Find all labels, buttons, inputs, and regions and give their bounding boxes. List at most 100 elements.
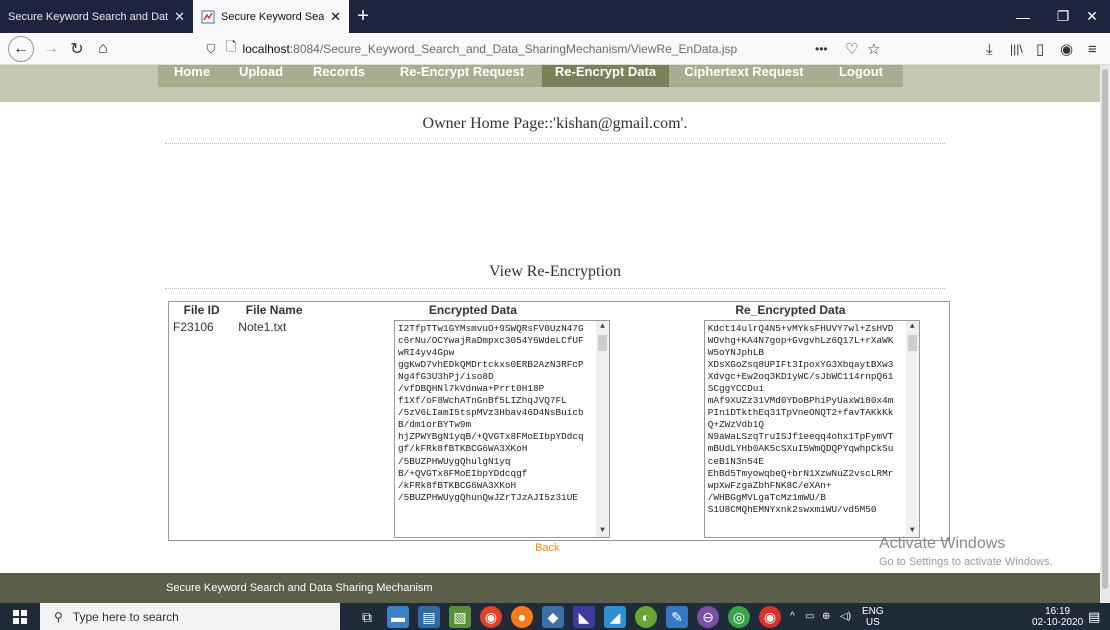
table-header-row: File ID File Name Encrypted Data Re_Encr…	[169, 302, 950, 318]
textarea-scrollbar[interactable]: ▲ ▼	[596, 320, 609, 537]
bookmark-star-icon[interactable]: ☆	[867, 36, 880, 62]
col-file-name: File Name	[245, 302, 303, 317]
cell-file-name: Note1.txt	[238, 319, 287, 334]
col-file-id: File ID	[183, 302, 220, 317]
tab-secure-keyword-search[interactable]: Secure Keyword Search ✕	[193, 0, 349, 33]
tab-title: Secure Keyword Search	[221, 10, 325, 23]
page-scrollbar[interactable]	[1100, 65, 1110, 603]
library-icon[interactable]: |||\	[1010, 36, 1023, 62]
photos-icon[interactable]: ▧	[449, 606, 471, 628]
url-host: localhost	[242, 42, 290, 56]
textarea-scrollbar[interactable]: ▲ ▼	[905, 320, 919, 537]
menu-logout[interactable]: Logout	[819, 65, 903, 87]
tray-chevron-icon[interactable]: ^	[790, 603, 795, 630]
battery-icon[interactable]: ▭	[805, 603, 814, 630]
task-view-icon[interactable]: ⧉	[356, 606, 378, 628]
language-indicator[interactable]: ENG US	[862, 603, 884, 630]
home-icon[interactable]: ⌂	[90, 36, 116, 62]
app-icon[interactable]: ◎	[728, 606, 750, 628]
shield-icon[interactable]: ⛉	[198, 36, 224, 62]
taskbar-search-input[interactable]: ⚲ Type here to search	[40, 603, 340, 630]
lang-top: ENG	[862, 605, 884, 617]
file-explorer-icon[interactable]: ▬	[387, 606, 409, 628]
back-arrow-icon[interactable]: ←	[8, 36, 34, 62]
window-close-icon[interactable]: ✕	[1072, 0, 1110, 33]
app-icon[interactable]: ◣	[573, 606, 595, 628]
encrypted-data-textarea[interactable]: I2TfpTTw1GYMsmvuO+9SWQRsFV0UzN47Gc6rNu/O…	[394, 319, 610, 538]
url-path: :8084/Secure_Keyword_Search_and_Data_Sha…	[289, 42, 738, 56]
col-encrypted-data: Encrypted Data	[428, 302, 517, 317]
hamburger-menu-icon[interactable]: ≡	[1088, 36, 1097, 62]
close-icon[interactable]: ✕	[330, 9, 341, 25]
new-tab-button[interactable]: +	[349, 0, 377, 33]
lang-bottom: US	[865, 616, 880, 628]
menu-upload[interactable]: Upload	[226, 65, 296, 87]
page-icon: 🗋	[226, 39, 237, 54]
scroll-thumb[interactable]	[598, 334, 607, 351]
minimize-icon[interactable]: —	[1003, 0, 1043, 33]
encrypted-data-text: I2TfpTTw1GYMsmvuO+9SWQRsFV0UzN47Gc6rNu/O…	[398, 322, 584, 503]
main-menu: Home Upload Records Re-Encrypt Request R…	[158, 65, 903, 87]
forward-arrow-icon[interactable]: →	[38, 36, 64, 62]
page-viewport: Home Upload Records Re-Encrypt Request R…	[0, 65, 1100, 603]
clock-time: 16:19	[1045, 605, 1071, 617]
search-placeholder: Type here to search	[72, 609, 179, 624]
top-menu-bar: Home Upload Records Re-Encrypt Request R…	[0, 65, 1100, 102]
re-encryption-table: File ID File Name Encrypted Data Re_Encr…	[168, 301, 950, 541]
scroll-down-icon[interactable]: ▼	[596, 525, 609, 537]
app-icon[interactable]: ◢	[604, 606, 626, 628]
pocket-icon[interactable]: ♡	[845, 36, 858, 62]
reload-icon[interactable]: ↻	[64, 36, 90, 62]
browser-toolbar: ← → ↻ ⌂ ⛉ 🗋 localhost:8084/Secure_Keywor…	[0, 33, 1110, 65]
page-actions-menu[interactable]: •••	[815, 36, 828, 62]
app-icon[interactable]: ◆	[542, 606, 564, 628]
browser-tab-strip: Secure Keyword Search and Data Sh ✕ Secu…	[0, 0, 1110, 33]
col-re-encrypted-data: Re_Encrypted Data	[735, 302, 846, 317]
scroll-thumb[interactable]	[907, 334, 917, 351]
scroll-up-icon[interactable]: ▲	[906, 321, 919, 333]
store-icon[interactable]: ▤	[418, 606, 440, 628]
tab-title: Secure Keyword Search and Data Sh	[8, 10, 169, 23]
activate-windows-subtitle: Go to Settings to activate Windows.	[879, 556, 1053, 568]
divider	[165, 288, 945, 289]
cortana-icon[interactable]: ○	[326, 606, 348, 628]
app-icon[interactable]: ✎	[666, 606, 688, 628]
scroll-up-icon[interactable]: ▲	[596, 321, 609, 333]
chrome-icon[interactable]: ◉	[480, 606, 502, 628]
table-row: F23106 Note1.txt I2TfpTTw1GYMsmvuO+9SWQR…	[169, 318, 950, 541]
divider	[165, 143, 945, 144]
owner-home-heading: Owner Home Page::'kishan@gmail.com'.	[422, 115, 688, 132]
app-icon[interactable]: ◐	[635, 606, 657, 628]
firefox-icon[interactable]: ●	[511, 606, 533, 628]
menu-re-encrypt-request[interactable]: Re-Encrypt Request	[382, 65, 542, 87]
app-icon[interactable]: ◉	[759, 606, 781, 628]
app-icon[interactable]: ⊖	[697, 606, 719, 628]
notifications-icon[interactable]: ▤	[1088, 603, 1100, 630]
page-scroll-thumb[interactable]	[1102, 69, 1108, 589]
account-icon[interactable]: ◉	[1060, 36, 1073, 62]
volume-icon[interactable]: ◁)	[840, 603, 851, 630]
menu-ciphertext-request[interactable]: Ciphertext Request	[669, 65, 819, 87]
footer-text: Secure Keyword Search and Data Sharing M…	[166, 582, 433, 594]
tab-secure-keyword-search-data[interactable]: Secure Keyword Search and Data Sh ✕	[0, 0, 193, 33]
close-icon[interactable]: ✕	[174, 9, 185, 25]
url-bar[interactable]: 🗋 localhost:8084/Secure_Keyword_Search_a…	[226, 37, 756, 61]
cell-file-id: F23106	[173, 319, 214, 334]
page-favicon-icon	[201, 10, 215, 24]
menu-re-encrypt-data[interactable]: Re-Encrypt Data	[542, 65, 669, 87]
download-icon[interactable]: ⤓	[986, 36, 993, 62]
clock[interactable]: 16:19 02-10-2020	[1032, 603, 1083, 630]
re-encrypted-data-textarea[interactable]: Kdct14ulrQ4N5+vMYksFHUVY7wl+ZsHVDWOvhg+K…	[703, 319, 920, 538]
clock-date: 02-10-2020	[1032, 616, 1084, 628]
network-icon[interactable]: ⊕	[822, 603, 830, 630]
activate-windows-title: Activate Windows	[879, 535, 1006, 552]
sidebar-icon[interactable]: ▯	[1036, 36, 1044, 62]
page-footer: Secure Keyword Search and Data Sharing M…	[0, 573, 1100, 603]
search-icon: ⚲	[54, 609, 63, 624]
back-link[interactable]: Back	[535, 542, 559, 554]
menu-home[interactable]: Home	[158, 65, 226, 87]
menu-records[interactable]: Records	[296, 65, 382, 87]
view-re-encryption-heading: View Re-Encryption	[489, 263, 621, 280]
re-encrypted-data-text: Kdct14ulrQ4N5+vMYksFHUVY7wl+ZsHVDWOvhg+K…	[707, 322, 894, 515]
windows-start-icon[interactable]	[0, 603, 40, 630]
